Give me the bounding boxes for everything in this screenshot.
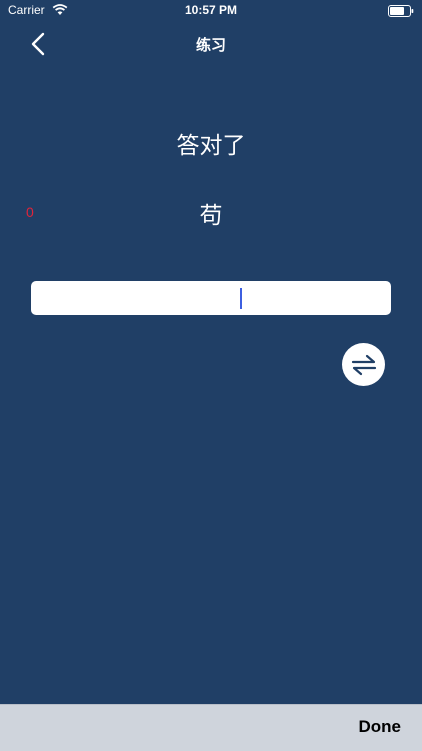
page-title: 练习	[195, 36, 226, 54]
status-bar: Carrier 10:57 PM	[0, 0, 422, 22]
battery-icon	[388, 5, 414, 17]
navigation-bar: 练习	[0, 22, 422, 66]
swap-button[interactable]	[342, 343, 385, 386]
swap-arrows-icon	[351, 354, 376, 375]
answer-field-container[interactable]	[31, 281, 391, 315]
practice-character: 苟	[199, 203, 223, 229]
result-message: 答对了	[176, 133, 246, 159]
answer-input[interactable]	[31, 281, 391, 315]
status-time: 10:57 PM	[184, 3, 238, 17]
done-button[interactable]: Done	[359, 717, 402, 737]
text-caret	[240, 288, 242, 309]
keyboard-toolbar: Done	[0, 704, 422, 751]
